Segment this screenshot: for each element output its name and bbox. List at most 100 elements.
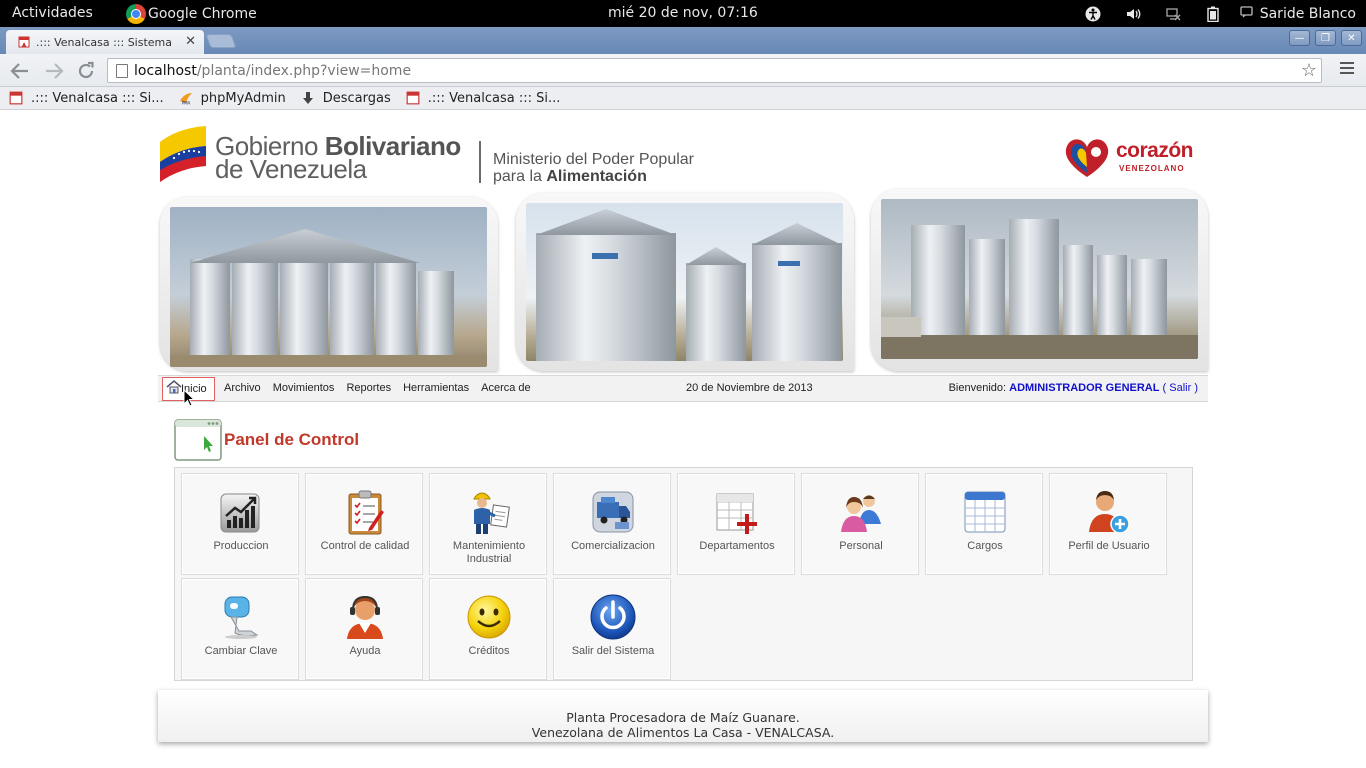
page-footer: Planta Procesadora de Maíz Guanare. Vene… <box>158 690 1208 742</box>
tile-label: Produccion <box>213 540 269 552</box>
download-icon <box>302 92 313 104</box>
tile-departamentos[interactable]: Departamentos <box>677 473 795 575</box>
tab-strip: ▲ .::: Venalcasa ::: Sistema de ✕ — ❐ ✕ <box>0 27 1366 54</box>
forward-arrow-icon[interactable] <box>42 59 66 83</box>
footer-line2: Venezolana de Alimentos La Casa - VENALC… <box>531 725 835 740</box>
header-divider <box>479 141 481 183</box>
page-wrapper: Gobierno Bolivariano de Venezuela Minist… <box>158 111 1208 742</box>
menu-herramientas[interactable]: Herramientas <box>403 382 469 394</box>
panel-title-text: Panel de Control <box>224 430 360 449</box>
svg-text:PMA: PMA <box>181 101 190 106</box>
phpmyadmin-icon: PMA <box>179 93 192 106</box>
menu-reportes[interactable]: Reportes <box>346 382 391 394</box>
network-icon[interactable] <box>1164 5 1182 23</box>
power-icon <box>590 594 636 640</box>
welcome-label: Bienvenido: <box>948 382 1010 394</box>
ministry-line2-b: Alimentación <box>546 168 647 185</box>
tile-produccion[interactable]: Produccion <box>181 473 299 575</box>
mouse-cursor-icon <box>183 389 195 407</box>
menu-archivo[interactable]: Archivo <box>224 382 261 394</box>
delivery-truck-icon <box>592 491 634 533</box>
bookmark-label: .::: Venalcasa ::: Si... <box>427 90 561 106</box>
ministry-title: Ministerio del Poder Popular para la Ali… <box>493 151 694 185</box>
user-status-icon <box>1240 6 1254 21</box>
bookmark-label: phpMyAdmin <box>200 90 286 106</box>
url-host: localhost <box>134 62 197 79</box>
bookmark-descargas[interactable]: Descargas <box>301 91 391 106</box>
bookmark-phpmyadmin[interactable]: PMA phpMyAdmin <box>179 91 286 106</box>
address-bar[interactable]: localhost/planta/index.php?view=home ☆ <box>107 58 1322 83</box>
activities-button[interactable]: Actividades <box>12 5 93 21</box>
tile-mantenimiento-industrial[interactable]: Mantenimiento Industrial <box>429 473 547 575</box>
tile-label: Ayuda <box>349 645 381 657</box>
bookmark-venalcasa-1[interactable]: .::: Venalcasa ::: Si... <box>9 91 164 106</box>
panel-title: Panel de Control <box>174 419 359 461</box>
bookmark-label: Descargas <box>322 90 391 106</box>
clock[interactable]: mié 20 de nov, 07:16 <box>608 5 758 21</box>
menu-movimientos[interactable]: Movimientos <box>273 382 335 394</box>
chrome-menu-icon[interactable] <box>1340 62 1354 76</box>
smiley-icon <box>467 595 511 639</box>
current-user: ADMINISTRADOR GENERAL <box>1009 382 1160 394</box>
support-agent-icon <box>347 595 383 639</box>
tile-label: Cargos <box>967 540 1003 552</box>
tile-control-de-calidad[interactable]: Control de calidad <box>305 473 423 575</box>
tile-comercializacion[interactable]: Comercializacion <box>553 473 671 575</box>
user-add-icon <box>1089 491 1130 534</box>
key-icon <box>224 596 259 639</box>
tile-label: Departamentos <box>699 540 775 552</box>
menu-acerca-de[interactable]: Acerca de <box>481 382 531 394</box>
web-page: Gobierno Bolivariano de Venezuela Minist… <box>0 111 1366 768</box>
logout-link[interactable]: Salir <box>1169 382 1191 394</box>
tile-salir-del-sistema[interactable]: Salir del Sistema <box>553 578 671 680</box>
tile-cargos[interactable]: Cargos <box>925 473 1043 575</box>
venalcasa-favicon <box>406 91 420 105</box>
venalcasa-favicon: ▲ <box>18 36 30 48</box>
bookmarks-bar: .::: Venalcasa ::: Si... PMA phpMyAdmin … <box>0 87 1366 110</box>
silo-photo-1 <box>170 207 487 367</box>
new-tab-button[interactable] <box>205 34 237 48</box>
bookmark-star-icon[interactable]: ☆ <box>1301 60 1317 81</box>
tab-venalcasa[interactable]: ▲ .::: Venalcasa ::: Sistema de ✕ <box>6 30 204 54</box>
app-name: Google Chrome <box>148 6 257 22</box>
tile-label: Personal <box>839 540 883 552</box>
silo-photo-3 <box>881 199 1198 359</box>
venalcasa-favicon <box>9 91 23 105</box>
bookmark-venalcasa-2[interactable]: .::: Venalcasa ::: Si... <box>406 90 561 106</box>
production-chart-icon <box>220 493 260 533</box>
people-icon <box>841 495 881 532</box>
tile-label: Comercializacion <box>571 540 655 552</box>
battery-icon[interactable] <box>1204 5 1222 23</box>
tile-cambiar-clave[interactable]: Cambiar Clave <box>181 578 299 680</box>
corazon-venezolano-logo: corazón VENEZOLANO <box>1063 135 1207 181</box>
reload-icon[interactable] <box>74 59 98 83</box>
tile-ayuda[interactable]: Ayuda <box>305 578 423 680</box>
accessibility-icon[interactable] <box>1084 5 1102 23</box>
tile-creditos[interactable]: Créditos <box>429 578 547 680</box>
tile-label: Créditos <box>468 645 510 657</box>
close-window-icon[interactable]: ✕ <box>1341 30 1362 46</box>
silo-photo-2 <box>526 203 843 361</box>
user-menu[interactable]: Saride Blanco <box>1240 6 1356 22</box>
tile-label: Salir del Sistema <box>571 645 655 657</box>
close-tab-icon[interactable]: ✕ <box>185 34 196 49</box>
back-arrow-icon[interactable] <box>8 59 32 83</box>
tile-label: Perfil de Usuario <box>1068 540 1150 552</box>
tile-perfil-de-usuario[interactable]: Perfil de Usuario <box>1049 473 1167 575</box>
footer-line1: Planta Procesadora de Maíz Guanare. <box>566 710 800 725</box>
page-icon <box>116 63 128 78</box>
venezuela-flag-icon <box>160 126 206 182</box>
app-menu[interactable]: Google Chrome <box>126 3 257 25</box>
menu-home[interactable]: Inicio <box>162 377 215 407</box>
brand-word: corazón <box>1116 139 1194 162</box>
minimize-icon[interactable]: — <box>1289 30 1310 46</box>
system-top-bar: Actividades Google Chrome mié 20 de nov,… <box>0 0 1366 27</box>
user-name: Saride Blanco <box>1259 5 1356 22</box>
clipboard-icon <box>348 490 384 535</box>
restore-icon[interactable]: ❐ <box>1315 30 1336 46</box>
gov-line2: de Venezuela <box>215 154 367 184</box>
volume-icon[interactable] <box>1124 5 1142 23</box>
spreadsheet-add-icon <box>716 493 757 534</box>
control-panel-icon <box>174 419 222 461</box>
tile-personal[interactable]: Personal <box>801 473 919 575</box>
